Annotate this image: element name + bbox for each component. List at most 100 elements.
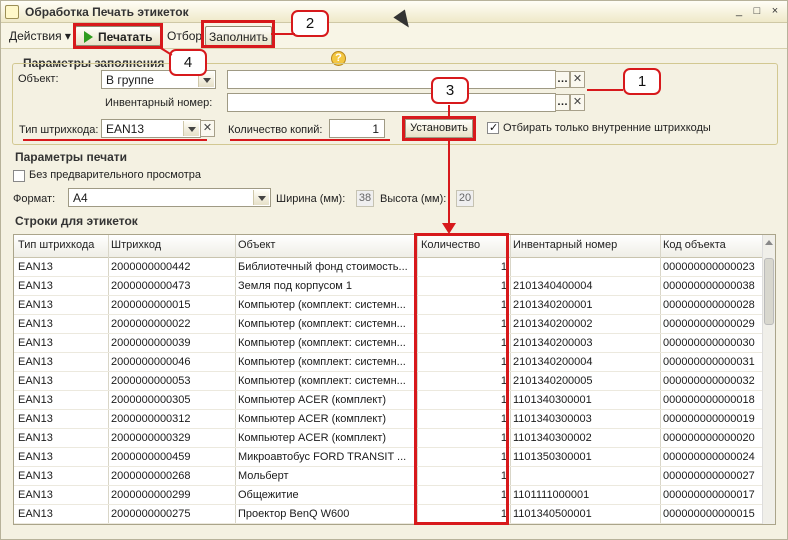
inventory-select-button[interactable]: … <box>555 94 570 111</box>
table-cell: 000000000000030 <box>663 337 755 349</box>
labels-table[interactable]: Тип штрихкода Штрихкод Объект Количество… <box>13 234 776 525</box>
internal-barcodes-checkbox[interactable] <box>487 121 499 134</box>
table-row[interactable]: EAN13 2000000000442 Библиотечный фонд стои… <box>14 258 764 277</box>
object-mode-value: В группе <box>106 73 154 87</box>
object-clear-icon[interactable]: ✕ <box>570 71 585 88</box>
table-cell: 000000000000020 <box>663 432 755 444</box>
table-cell: 000000000000018 <box>663 394 755 406</box>
table-cell: EAN13 <box>18 413 53 425</box>
table-cell: Компьютер (комплект: системн... <box>238 299 406 311</box>
object-select-button[interactable]: … <box>555 71 570 88</box>
height-label: Высота (мм): <box>380 193 447 205</box>
table-cell: 2101340200003 <box>513 337 593 349</box>
app-icon <box>5 5 19 19</box>
table-cell: Компьютер (комплект: системн... <box>238 337 406 349</box>
table-row[interactable]: EAN13 2000000000459 Микроавтобус FORD TRAN… <box>14 448 764 467</box>
rows-title: Строки для этикеток <box>15 214 138 228</box>
col-object-code[interactable]: Код объекта <box>663 239 726 251</box>
table-cell: Библиотечный фонд стоимость... <box>238 261 408 273</box>
table-cell: 2000000000053 <box>111 375 191 387</box>
table-row[interactable]: EAN13 2000000000473 Земля под корпусом 112… <box>14 277 764 296</box>
table-cell: Компьютер (комплект: системн... <box>238 318 406 330</box>
barcode-type-clear-icon[interactable]: ✕ <box>200 120 215 137</box>
table-cell: 2101340200005 <box>513 375 593 387</box>
inventory-field[interactable] <box>227 93 556 112</box>
table-cell: 2000000000268 <box>111 470 191 482</box>
table-cell: 000000000000028 <box>663 299 755 311</box>
table-cell: 000000000000015 <box>663 508 755 520</box>
annotation-box-quantity <box>414 233 509 525</box>
table-row[interactable]: EAN13 2000000000312 Компьютер ACER (компле… <box>14 410 764 429</box>
table-row[interactable]: EAN13 2000000000305 Компьютер ACER (компле… <box>14 391 764 410</box>
table-cell: 000000000000023 <box>663 261 755 273</box>
minimize-button[interactable]: _ <box>731 4 747 19</box>
chevron-down-icon[interactable] <box>183 121 199 136</box>
table-cell: 2101340200001 <box>513 299 593 311</box>
table-cell: Компьютер ACER (комплект) <box>238 413 387 425</box>
col-object[interactable]: Объект <box>238 239 275 251</box>
table-row[interactable]: EAN13 2000000000268 Мольберт 1 0000000000000… <box>14 467 764 486</box>
annotation-line-3a <box>448 105 450 117</box>
barcode-type-select[interactable]: EAN13 <box>101 119 201 138</box>
annotation-arrow-3 <box>442 223 456 234</box>
table-cell: 1101340300003 <box>513 413 592 425</box>
close-button[interactable]: × <box>767 4 783 19</box>
annotation-box-set <box>402 116 476 141</box>
scroll-up-icon[interactable] <box>765 240 773 245</box>
table-cell: EAN13 <box>18 451 53 463</box>
table-cell: 2000000000046 <box>111 356 191 368</box>
table-cell: 000000000000017 <box>663 489 755 501</box>
height-field[interactable]: 20 <box>456 190 474 207</box>
internal-barcodes-label: Отбирать только внутренние штрихкоды <box>503 122 711 134</box>
barcode-type-label: Тип штрихкода: <box>19 124 99 136</box>
col-barcode[interactable]: Штрихкод <box>111 239 161 251</box>
table-row[interactable]: EAN13 2000000000022 Компьютер (комплект: с… <box>14 315 764 334</box>
table-cell: Компьютер (комплект: системн... <box>238 356 406 368</box>
format-value: A4 <box>73 191 88 205</box>
table-cell: 1101350300001 <box>513 451 592 463</box>
no-preview-checkbox[interactable] <box>13 170 25 182</box>
annotation-badge-1: 1 <box>623 68 661 95</box>
col-barcode-type[interactable]: Тип штрихкода <box>18 239 94 251</box>
table-row[interactable]: EAN13 2000000000275 Проектор BenQ W600 1 110… <box>14 505 764 524</box>
copies-field[interactable]: 1 <box>329 119 385 138</box>
table-cell: EAN13 <box>18 508 53 520</box>
table-cell: 2000000000312 <box>111 413 191 425</box>
width-label: Ширина (мм): <box>276 193 346 205</box>
table-cell: 000000000000029 <box>663 318 755 330</box>
no-preview-label: Без предварительного просмотра <box>29 169 202 181</box>
table-row[interactable]: EAN13 2000000000299 Общежитие 1 110111100000… <box>14 486 764 505</box>
table-cell: 2000000000459 <box>111 451 191 463</box>
table-row[interactable]: EAN13 2000000000015 Компьютер (комплект: с… <box>14 296 764 315</box>
print-labels-window: Обработка Печать этикеток _ □ × Действия… <box>0 0 788 540</box>
table-row[interactable]: EAN13 2000000000053 Компьютер (комплект: с… <box>14 372 764 391</box>
table-cell: EAN13 <box>18 375 53 387</box>
width-field[interactable]: 38 <box>356 190 374 207</box>
annotation-underline-copies <box>230 139 390 141</box>
table-cell: 2000000000329 <box>111 432 191 444</box>
table-cell: Земля под корпусом 1 <box>238 280 353 292</box>
annotation-badge-2: 2 <box>291 10 329 37</box>
annotation-box-print <box>73 23 163 49</box>
scrollbar[interactable] <box>762 235 775 524</box>
table-cell: 2000000000039 <box>111 337 191 349</box>
barcode-type-value: EAN13 <box>106 122 145 136</box>
table-cell: Компьютер ACER (комплект) <box>238 432 387 444</box>
maximize-button[interactable]: □ <box>749 4 765 19</box>
table-cell: EAN13 <box>18 318 53 330</box>
annotation-line-1 <box>587 89 623 91</box>
scroll-thumb[interactable] <box>764 258 774 325</box>
table-row[interactable]: EAN13 2000000000046 Компьютер (комплект: с… <box>14 353 764 372</box>
chevron-down-icon[interactable] <box>253 190 269 205</box>
object-field[interactable] <box>227 70 556 89</box>
table-cell: Компьютер ACER (комплект) <box>238 394 387 406</box>
actions-menu[interactable]: Действия ▾ <box>9 26 71 46</box>
inventory-clear-icon[interactable]: ✕ <box>570 94 585 111</box>
table-cell: 2101340400004 <box>513 280 593 292</box>
filter-button[interactable]: Отбор <box>167 26 202 46</box>
col-inventory[interactable]: Инвентарный номер <box>513 239 617 251</box>
table-row[interactable]: EAN13 2000000000039 Компьютер (комплект: с… <box>14 334 764 353</box>
table-row[interactable]: EAN13 2000000000329 Компьютер ACER (компле… <box>14 429 764 448</box>
format-select[interactable]: A4 <box>68 188 271 207</box>
table-cell: 2101340200002 <box>513 318 593 330</box>
